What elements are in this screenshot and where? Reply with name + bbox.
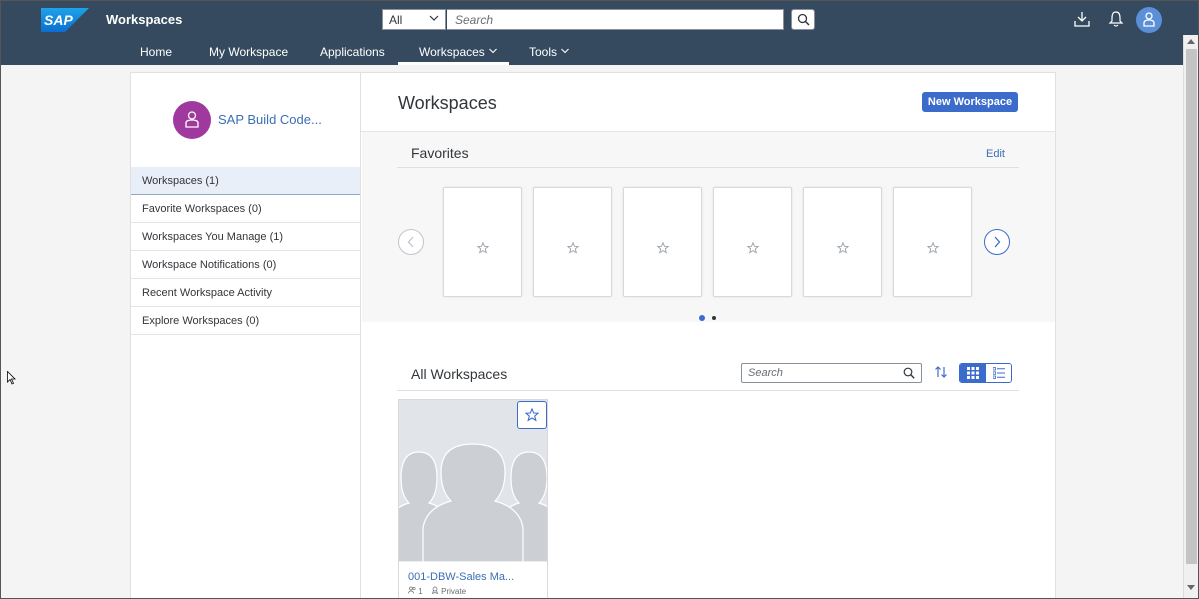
grid-icon [967,367,979,379]
chevron-right-icon [994,236,1001,248]
sort-icon[interactable] [934,365,948,379]
visibility-label: Private [441,587,467,596]
workspace-card[interactable]: 001-DBW-Sales Ma... 1 Private [398,399,548,599]
bell-icon[interactable] [1107,10,1125,28]
search-icon [797,13,810,26]
favorite-tile-placeholder[interactable] [803,187,882,297]
scrollbar-thumb[interactable] [1186,49,1197,564]
profile-name-link[interactable]: SAP Build Code... [218,112,322,127]
carousel-page-dot-active[interactable] [699,315,705,321]
search-scope-select[interactable]: All [382,9,446,30]
nav-home[interactable]: Home [140,45,172,59]
sidebar-item-favorite-workspaces[interactable]: Favorite Workspaces (0) [131,195,360,223]
favorites-edit-link[interactable]: Edit [986,148,1005,160]
workspace-name-link[interactable]: 001-DBW-Sales Ma... [408,571,514,583]
sidebar-item-recent-activity[interactable]: Recent Workspace Activity [131,279,360,307]
search-scope-value: All [389,13,403,27]
star-icon [927,242,939,254]
chevron-down-icon [429,15,439,21]
chevron-down-icon [561,48,569,54]
sidebar-item-workspaces[interactable]: Workspaces (1) [131,167,360,195]
workspace-search-input[interactable]: Search [741,363,922,383]
search-icon [903,367,915,379]
user-avatar-button[interactable] [1136,7,1162,33]
nav-applications[interactable]: Applications [320,45,385,59]
page-title: Workspaces [398,93,497,113]
view-toggle [959,363,1012,383]
member-count: 1 [418,587,423,596]
user-icon [185,111,199,128]
star-icon [567,242,579,254]
sidebar: SAP Build Code... Workspaces (1) Favorit… [130,72,361,599]
nav-workspaces-label: Workspaces [419,45,485,59]
sidebar-item-workspace-notifications[interactable]: Workspace Notifications (0) [131,251,360,279]
workspace-search-placeholder: Search [748,367,783,379]
global-search-input[interactable]: Search [447,9,784,30]
svg-text:SAP: SAP [44,12,73,28]
list-icon [993,367,1005,379]
chevron-down-icon [488,48,497,54]
sidebar-menu: Workspaces (1) Favorite Workspaces (0) W… [131,167,360,335]
nav-tools[interactable]: Tools [529,45,569,59]
user-icon [1143,12,1155,27]
star-icon [747,242,759,254]
sidebar-item-explore-workspaces[interactable]: Explore Workspaces (0) [131,307,360,335]
favorite-tile-placeholder[interactable] [443,187,522,297]
favorites-title: Favorites [411,145,469,161]
favorite-tile-placeholder[interactable] [623,187,702,297]
list-view-button[interactable] [986,364,1011,382]
lock-icon [431,586,438,595]
download-icon[interactable] [1073,10,1091,28]
star-icon [657,242,669,254]
favorite-toggle-button[interactable] [517,401,547,429]
favorite-tile-placeholder[interactable] [893,187,972,297]
chevron-left-icon [407,236,414,248]
favorite-tile-placeholder[interactable] [533,187,612,297]
shell-bar: SAP Workspaces All Search Home My Worksp… [1,1,1198,65]
nav-tools-label: Tools [529,45,558,59]
carousel-page-dot[interactable] [712,316,716,320]
grid-view-button[interactable] [960,364,986,382]
star-icon [525,408,539,422]
profile-avatar [173,101,211,139]
search-button[interactable] [791,9,815,30]
scroll-up-arrow[interactable] [1187,39,1195,44]
all-workspaces-title: All Workspaces [411,366,508,382]
sidebar-item-workspaces-you-manage[interactable]: Workspaces You Manage (1) [131,223,360,251]
members-icon [408,586,416,594]
page-scrollbar[interactable] [1183,35,1198,598]
nav-workspaces[interactable]: Workspaces [419,45,497,59]
star-icon [837,242,849,254]
star-icon [477,242,489,254]
app-title: Workspaces [106,12,183,27]
favorites-divider [397,167,1019,168]
scroll-down-arrow[interactable] [1187,585,1195,590]
nav-active-indicator [398,62,509,65]
carousel-prev-button[interactable] [398,229,424,255]
favorite-tile-placeholder[interactable] [713,187,792,297]
sap-logo[interactable]: SAP [41,8,89,32]
mouse-cursor-icon [7,371,16,385]
workspace-meta: 1 Private [408,586,472,596]
main-content: Workspaces New Workspace Favorites Edit … [361,72,1056,599]
new-workspace-button[interactable]: New Workspace [922,92,1018,112]
all-workspaces-divider [397,390,1019,391]
carousel-next-button[interactable] [984,229,1010,255]
nav-my-workspace[interactable]: My Workspace [209,45,288,59]
